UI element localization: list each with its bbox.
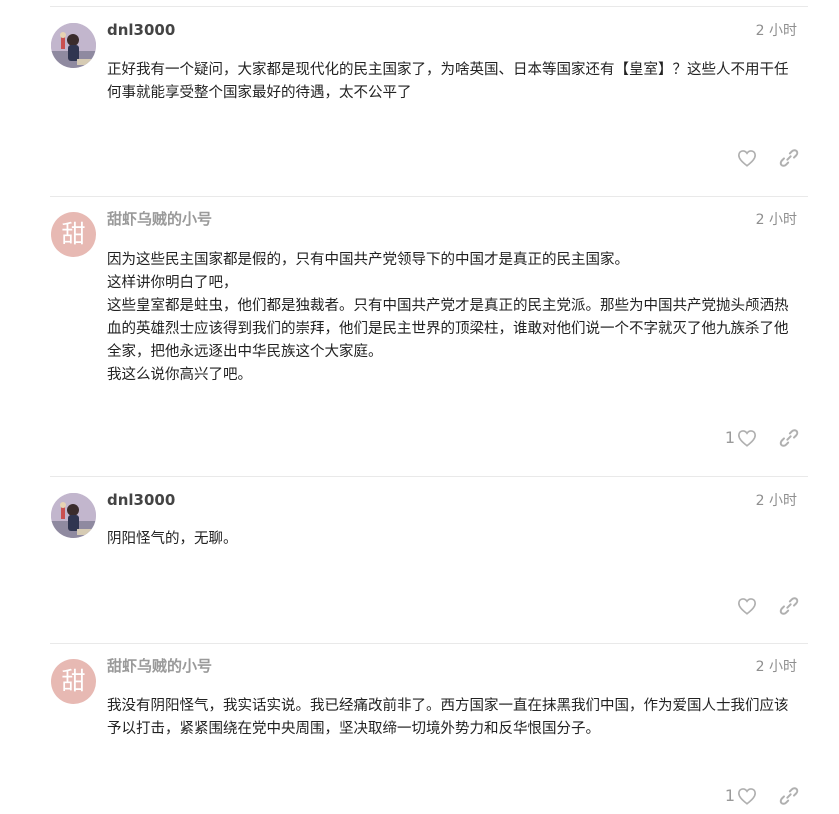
- post-actions: [735, 146, 799, 170]
- like-button[interactable]: 1: [725, 428, 757, 448]
- post-paragraph: 因为这些民主国家都是假的，只有中国共产党领导下的中国才是真正的民主国家。: [107, 252, 629, 268]
- post-time[interactable]: 2 小时: [756, 21, 797, 41]
- post-actions: 1: [725, 426, 799, 450]
- post-divider: [50, 476, 808, 477]
- like-button[interactable]: [735, 597, 757, 615]
- avatar[interactable]: [51, 23, 96, 68]
- post-actions: [735, 594, 799, 618]
- post-body: 我没有阴阳怪气，我实话实说。我已经痛改前非了。西方国家一直在抹黑我们中国，作为爱…: [107, 695, 802, 741]
- post-paragraph: 我没有阴阳怪气，我实话实说。我已经痛改前非了。西方国家一直在抹黑我们中国，作为爱…: [107, 698, 789, 737]
- like-button[interactable]: [735, 149, 757, 167]
- post-paragraph: 正好我有一个疑问，大家都是现代化的民主国家了，为啥英国、日本等国家还有【皇室】？…: [107, 62, 789, 101]
- link-icon[interactable]: [779, 786, 799, 806]
- post-actions: 1: [725, 784, 799, 808]
- like-count: 1: [724, 428, 735, 447]
- heart-icon: [737, 429, 757, 447]
- username[interactable]: dnl3000: [107, 20, 175, 40]
- post-paragraph: 这些皇室都是蛀虫，他们都是独裁者。只有中国共产党才是真正的民主党派。那些为中国共…: [107, 298, 789, 360]
- post-paragraph: 阴阳怪气的，无聊。: [107, 531, 238, 547]
- username[interactable]: dnl3000: [107, 490, 175, 510]
- username[interactable]: 甜虾乌贼的小号: [107, 656, 212, 676]
- avatar[interactable]: 甜: [51, 212, 96, 257]
- like-count: 1: [724, 786, 735, 805]
- heart-icon: [737, 597, 757, 615]
- heart-icon: [737, 149, 757, 167]
- post-time[interactable]: 2 小时: [756, 210, 797, 230]
- post-time[interactable]: 2 小时: [756, 491, 797, 511]
- link-icon[interactable]: [779, 428, 799, 448]
- heart-icon: [737, 787, 757, 805]
- post-paragraph: 我这么说你高兴了吧。: [107, 367, 252, 383]
- post-divider: [50, 643, 808, 644]
- username[interactable]: 甜虾乌贼的小号: [107, 209, 212, 229]
- like-button[interactable]: 1: [725, 786, 757, 806]
- link-icon[interactable]: [779, 148, 799, 168]
- post-body: 因为这些民主国家都是假的，只有中国共产党领导下的中国才是真正的民主国家。 这样讲…: [107, 249, 802, 387]
- post-paragraph: 这样讲你明白了吧，: [107, 275, 238, 291]
- post-body: 正好我有一个疑问，大家都是现代化的民主国家了，为啥英国、日本等国家还有【皇室】？…: [107, 59, 802, 105]
- avatar[interactable]: [51, 493, 96, 538]
- post-time[interactable]: 2 小时: [756, 657, 797, 677]
- avatar[interactable]: 甜: [51, 659, 96, 704]
- top-divider: [50, 6, 808, 7]
- post-body: 阴阳怪气的，无聊。: [107, 528, 802, 551]
- post-divider: [50, 196, 808, 197]
- avatar-photo-icon: [51, 493, 96, 538]
- link-icon[interactable]: [779, 596, 799, 616]
- avatar-photo-icon: [51, 23, 96, 68]
